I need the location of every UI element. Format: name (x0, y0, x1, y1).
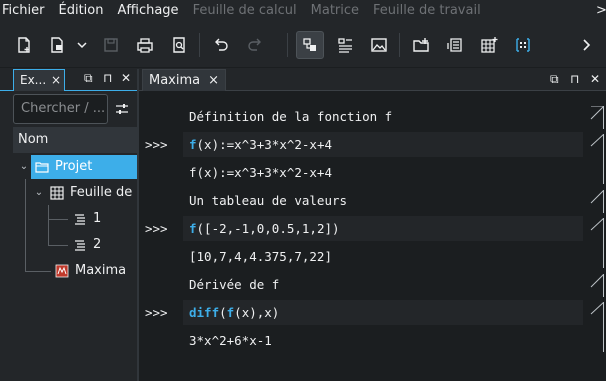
close-icon[interactable]: × (51, 70, 61, 90)
tree-line (25, 271, 51, 272)
workspace-view-icon[interactable] (296, 31, 324, 59)
tree-line (48, 205, 49, 245)
image-icon[interactable] (365, 31, 393, 59)
tree-line (48, 245, 68, 246)
entry-bracket[interactable] (587, 106, 604, 129)
open-file-icon[interactable] (43, 31, 71, 59)
tree-item-label: Projet (55, 159, 93, 174)
tree-line (48, 219, 68, 220)
print-preview-icon[interactable] (165, 31, 193, 59)
command-input[interactable]: diff(f(x),x) (189, 302, 279, 324)
toolbar (0, 22, 606, 68)
new-file-icon[interactable] (10, 31, 38, 59)
menu-worksheet: Feuille de travail (373, 2, 481, 18)
project-explorer-panel: Ex... × ⧉ ⊓ ✕ Chercher / ... Nom ⌄ Proje… (0, 69, 137, 381)
text-entry[interactable]: Un tableau de valeurs (189, 190, 347, 212)
entry-bracket[interactable] (587, 134, 604, 184)
chevron-down-icon[interactable]: ⌄ (32, 181, 46, 205)
close-icon[interactable]: × (208, 70, 219, 92)
add-folder-icon[interactable] (407, 31, 435, 59)
tree-item-label: Maxima (75, 263, 127, 278)
command-keyword: f (189, 221, 197, 236)
command-prompt: >>> (145, 137, 168, 152)
search-input[interactable]: Chercher / ... (13, 94, 108, 124)
float-icon[interactable]: ⧉ (550, 72, 559, 87)
tree-item-maxima[interactable]: Maxima (55, 259, 137, 283)
menu-matrix: Matrice (310, 2, 360, 18)
tree-item-spreadsheet[interactable]: ⌄ Feuille de (32, 181, 137, 205)
tree-item-label: 2 (93, 237, 102, 252)
maxima-icon (55, 264, 69, 278)
entry-bracket[interactable] (587, 218, 604, 268)
entry-bracket[interactable] (587, 190, 604, 213)
command-input[interactable]: f([-2,-1,0,0.5,1,2]) (189, 218, 340, 240)
column-icon (73, 238, 87, 252)
tree-item-project[interactable]: Projet (31, 155, 137, 179)
close-panel-icon[interactable]: ✕ (590, 72, 600, 86)
print-icon[interactable] (131, 31, 159, 59)
entry-bracket[interactable] (587, 302, 604, 352)
tree-item-column-1[interactable]: 1 (73, 207, 137, 231)
command-text: (x):=x^3+3*x^2-x+4 (196, 137, 332, 152)
tree-line (25, 179, 26, 271)
add-spreadsheet-icon[interactable] (475, 31, 503, 59)
menu-file[interactable]: Fichier (0, 3, 55, 18)
tree-item-column-2[interactable]: 2 (73, 233, 137, 257)
explorer-tabbar: Ex... × ⧉ ⊓ ✕ (0, 69, 137, 91)
command-prompt: >>> (145, 221, 168, 236)
pin-icon[interactable]: ⊓ (570, 72, 579, 86)
tab-maxima-label: Maxima (149, 73, 201, 88)
menu-edit[interactable]: Édition (55, 3, 114, 18)
filter-settings-icon[interactable] (112, 97, 132, 121)
entry-bracket[interactable] (587, 274, 604, 297)
command-text: (x),x) (234, 305, 280, 320)
add-worksheet-icon[interactable] (441, 31, 469, 59)
worksheet-area[interactable]: Définition de la fonction f >>> f(x):=x^… (139, 92, 606, 381)
close-panel-icon[interactable]: ✕ (121, 71, 131, 85)
command-prompt: >>> (145, 305, 168, 320)
tree-item-label: Feuille de (70, 185, 133, 200)
tab-maxima[interactable]: Maxima × (142, 69, 226, 91)
tab-explorer-label: Ex... (20, 73, 47, 87)
spreadsheet-icon (50, 186, 64, 200)
toolbar-separator (287, 33, 288, 57)
maxima-worksheet-panel: Maxima × ⧉ ⊓ ✕ Définition de la fonction… (139, 69, 606, 381)
dropdown-icon[interactable] (72, 31, 92, 59)
add-matrix-icon[interactable] (509, 31, 537, 59)
command-text: ( (219, 305, 227, 320)
menubar: Fichier Édition Affichage Feuille de cal… (0, 0, 606, 20)
pin-icon[interactable]: ⊓ (103, 71, 112, 85)
menu-view[interactable]: Affichage (113, 3, 188, 18)
worksheet-tabbar: Maxima × ⧉ ⊓ ✕ (139, 69, 606, 91)
column-header-name[interactable]: Nom (13, 127, 137, 153)
tab-explorer[interactable]: Ex... × (13, 69, 65, 91)
toolbar-separator (399, 33, 400, 57)
command-input[interactable]: f(x):=x^3+3*x^2-x+4 (189, 134, 332, 156)
command-result: 3*x^2+6*x-1 (189, 333, 272, 348)
command-result: f(x):=x^3+3*x^2-x+4 (189, 165, 332, 180)
tree-item-label: 1 (93, 211, 102, 226)
command-keyword: f (189, 137, 197, 152)
command-keyword: diff (189, 305, 220, 320)
text-entry[interactable]: Dérivée de f (189, 274, 279, 296)
save-icon (97, 31, 125, 59)
chevron-down-icon[interactable]: ⌄ (17, 155, 31, 179)
text-entry[interactable]: Définition de la fonction f (189, 106, 392, 128)
list-view-icon[interactable] (331, 31, 359, 59)
menu-spreadsheet: Feuille de calcul (192, 2, 297, 18)
toolbar-separator (199, 33, 200, 57)
more-icon[interactable] (572, 31, 600, 59)
float-icon[interactable]: ⧉ (84, 71, 93, 86)
command-text: ([-2,-1,0,0.5,1,2]) (196, 221, 340, 236)
folder-icon (35, 160, 49, 174)
undo-icon[interactable] (207, 31, 235, 59)
command-result: [10,7,4,4.375,7,22] (189, 249, 332, 264)
column-icon (73, 212, 87, 226)
redo-icon (241, 31, 269, 59)
menu-more-icon[interactable]: > (592, 3, 606, 18)
